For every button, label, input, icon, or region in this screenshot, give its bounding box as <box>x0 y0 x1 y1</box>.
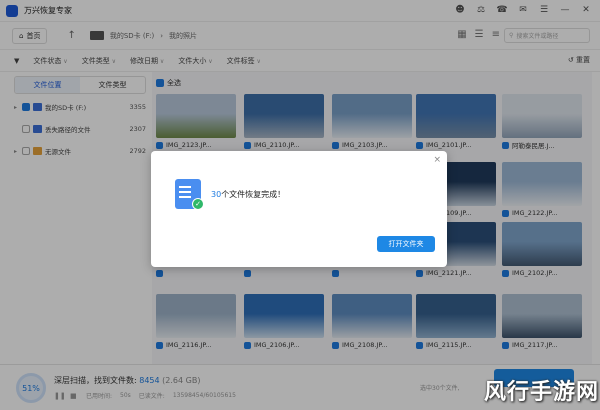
success-check-icon: ✓ <box>192 198 204 210</box>
recovered-count: 30 <box>211 190 222 199</box>
dialog-close-icon[interactable]: × <box>433 155 441 165</box>
watermark: 风行手游网 <box>474 370 600 410</box>
dialog-message: 30个文件恢复完成！ <box>211 189 285 200</box>
open-folder-button[interactable]: 打开文件夹 <box>377 236 435 252</box>
watermark-text: 风行手游网 <box>484 380 600 405</box>
dialog-message-text: 个文件恢复完成！ <box>221 190 286 199</box>
recovery-complete-dialog: × ✓ 30个文件恢复完成！ 打开文件夹 <box>151 151 447 267</box>
